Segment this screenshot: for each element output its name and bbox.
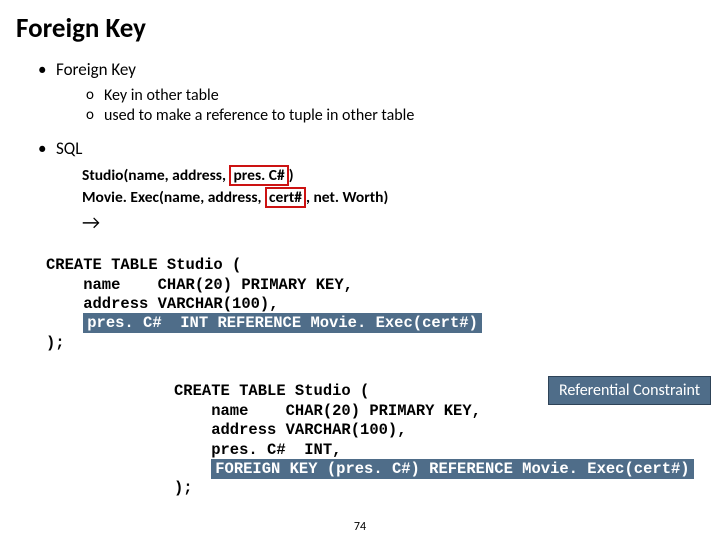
sub-bullet-1-text: Key in other table [104,86,219,105]
code2-line3: address VARCHAR(100), [174,421,407,439]
schema-movie-key-outline: cert# [265,187,306,208]
badge-referential-constraint: Referential Constraint [548,376,711,405]
arrow-icon: → [82,211,704,235]
code2-line1: CREATE TABLE Studio ( [174,382,369,400]
code2-line2: name CHAR(20) PRIMARY KEY, [174,402,481,420]
schema-studio-post: ) [289,166,294,185]
page-number: 74 [0,520,720,534]
code1-line4-highlight: pres. C# INT REFERENCE Movie. Exec(cert#… [83,313,482,333]
code2-line6: ); [174,479,193,497]
schema-movie-post: , net. Worth) [306,188,388,207]
bullet-sql: SQL [56,138,704,159]
code1-line5: ); [46,334,65,352]
code1-line3: address VARCHAR(100), [46,295,279,313]
schema-studio: Studio(name, address, pres. C#) [82,165,704,187]
schema-studio-pre: Studio(name, address, [82,166,229,185]
sub-bullet-2: oused to make a reference to tuple in ot… [104,106,704,126]
slide: Foreign Key Foreign Key oKey in other ta… [0,0,720,540]
sub-bullet-group: oKey in other table oused to make a refe… [104,86,704,126]
schema-movie-pre: Movie. Exec(name, address, [82,188,265,207]
code-block-inline-ref: CREATE TABLE Studio ( name CHAR(20) PRIM… [46,237,704,353]
schema-block: Studio(name, address, pres. C#) Movie. E… [82,165,704,209]
page-title: Foreign Key [16,12,704,45]
sub-bullet-1: oKey in other table [104,86,704,106]
schema-studio-key-outline: pres. C# [229,165,288,186]
schema-movieexec: Movie. Exec(name, address, cert#, net. W… [82,187,704,209]
code1-line2: name CHAR(20) PRIMARY KEY, [46,276,353,294]
code1-line1: CREATE TABLE Studio ( [46,256,241,274]
code2-line5-highlight: FOREIGN KEY (pres. C#) REFERENCE Movie. … [211,459,693,479]
code2-line4: pres. C# INT, [174,441,341,459]
sub-bullet-2-text: used to make a reference to tuple in oth… [104,106,414,125]
bullet-foreign-key: Foreign Key [56,59,704,80]
